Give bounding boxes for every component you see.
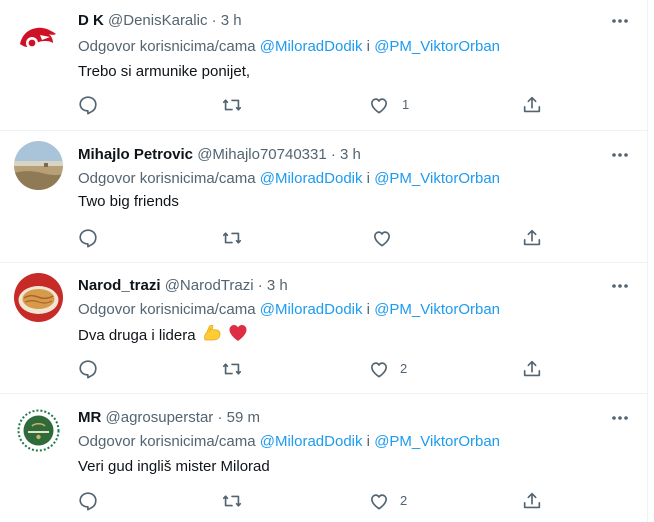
- timeline-border: [647, 0, 648, 522]
- red-wings-logo-avatar[interactable]: [14, 14, 63, 63]
- share-icon[interactable]: [521, 227, 543, 249]
- food-photo-avatar[interactable]: [14, 273, 63, 322]
- like-icon[interactable]: [368, 94, 390, 116]
- replying-to-line: Odgovor korisnicima/cama @MiloradDodik i…: [78, 432, 500, 452]
- tweet-header: Mihajlo Petrovic @Mihajlo70740331 · 3 h: [78, 145, 361, 165]
- tweet-text: Trebo si armunike ponijet,: [78, 63, 251, 80]
- conjunction: i: [366, 38, 371, 55]
- replying-to-label: Odgovor korisnicima/cama: [78, 38, 256, 55]
- like-count: 1: [402, 97, 410, 112]
- mention-link[interactable]: @PM_ViktorOrban: [374, 433, 500, 450]
- author-name[interactable]: Mihajlo Petrovic: [78, 146, 193, 163]
- like-icon[interactable]: [368, 358, 390, 380]
- share-icon[interactable]: [521, 490, 543, 512]
- more-options-icon[interactable]: [606, 408, 634, 428]
- red-heart-emoji: [228, 323, 248, 350]
- tweet[interactable]: MR @agrosuperstar · 59 m Odgovor korisni…: [0, 394, 647, 522]
- mention-link[interactable]: @MiloradDodik: [260, 433, 363, 450]
- green-emblem-avatar[interactable]: [14, 406, 63, 455]
- retweet-icon[interactable]: [221, 490, 243, 512]
- replying-to-label: Odgovor korisnicima/cama: [78, 433, 256, 450]
- tweet-text: Veri gud ingliš mister Milorad: [78, 458, 270, 475]
- tweet-header: D K @DenisKaralic · 3 h: [78, 11, 242, 31]
- tweet[interactable]: D K @DenisKaralic · 3 h Odgovor korisnic…: [0, 0, 647, 130]
- separator-dot: ·: [217, 409, 223, 426]
- mention-link[interactable]: @PM_ViktorOrban: [374, 170, 500, 187]
- tweet-text: Two big friends: [78, 193, 179, 210]
- mention-link[interactable]: @MiloradDodik: [260, 301, 363, 318]
- separator-dot: ·: [211, 12, 217, 29]
- reply-icon[interactable]: [77, 490, 99, 512]
- share-icon[interactable]: [521, 358, 543, 380]
- reply-icon[interactable]: [77, 227, 99, 249]
- timestamp[interactable]: 3 h: [221, 12, 242, 29]
- retweet-icon[interactable]: [221, 227, 243, 249]
- author-name[interactable]: MR: [78, 409, 101, 426]
- landscape-photo-avatar[interactable]: [14, 141, 63, 190]
- conjunction: i: [366, 301, 371, 318]
- author-name[interactable]: D K: [78, 12, 104, 29]
- timestamp[interactable]: 59 m: [227, 409, 260, 426]
- tweet-text-line: Dva druga i lidera: [78, 323, 248, 345]
- tweet-text: Dva druga i lidera: [78, 327, 196, 344]
- replying-to-line: Odgovor korisnicima/cama @MiloradDodik i…: [78, 300, 500, 320]
- flexed-biceps-emoji: [202, 323, 222, 350]
- retweet-icon[interactable]: [221, 94, 243, 116]
- share-icon[interactable]: [521, 94, 543, 116]
- mention-link[interactable]: @MiloradDodik: [260, 170, 363, 187]
- conjunction: i: [366, 170, 371, 187]
- separator-dot: ·: [330, 146, 336, 163]
- more-options-icon[interactable]: [606, 11, 634, 31]
- author-name[interactable]: Narod_trazi: [78, 277, 161, 294]
- mention-link[interactable]: @MiloradDodik: [260, 38, 363, 55]
- tweet[interactable]: Narod_trazi @NarodTrazi · 3 h Odgovor ko…: [0, 263, 647, 393]
- like-count: 2: [400, 493, 408, 508]
- replying-to-line: Odgovor korisnicima/cama @MiloradDodik i…: [78, 37, 500, 57]
- replying-to-line: Odgovor korisnicima/cama @MiloradDodik i…: [78, 169, 500, 189]
- like-count: 2: [400, 361, 408, 376]
- reply-icon[interactable]: [77, 94, 99, 116]
- timestamp[interactable]: 3 h: [340, 146, 361, 163]
- tweet-header: Narod_trazi @NarodTrazi · 3 h: [78, 276, 288, 296]
- like-icon[interactable]: [368, 490, 390, 512]
- reply-icon[interactable]: [77, 358, 99, 380]
- retweet-icon[interactable]: [221, 358, 243, 380]
- timestamp[interactable]: 3 h: [267, 277, 288, 294]
- tweet-header: MR @agrosuperstar · 59 m: [78, 408, 260, 428]
- replying-to-label: Odgovor korisnicima/cama: [78, 170, 256, 187]
- mention-link[interactable]: @PM_ViktorOrban: [374, 38, 500, 55]
- more-options-icon[interactable]: [606, 145, 634, 165]
- conjunction: i: [366, 433, 371, 450]
- tweet[interactable]: Mihajlo Petrovic @Mihajlo70740331 · 3 h …: [0, 131, 647, 262]
- like-icon[interactable]: [371, 227, 393, 249]
- author-handle[interactable]: @NarodTrazi: [165, 277, 254, 294]
- mention-link[interactable]: @PM_ViktorOrban: [374, 301, 500, 318]
- author-handle[interactable]: @DenisKaralic: [108, 12, 207, 29]
- author-handle[interactable]: @agrosuperstar: [106, 409, 214, 426]
- replying-to-label: Odgovor korisnicima/cama: [78, 301, 256, 318]
- separator-dot: ·: [257, 277, 263, 294]
- more-options-icon[interactable]: [606, 276, 634, 296]
- author-handle[interactable]: @Mihajlo70740331: [197, 146, 327, 163]
